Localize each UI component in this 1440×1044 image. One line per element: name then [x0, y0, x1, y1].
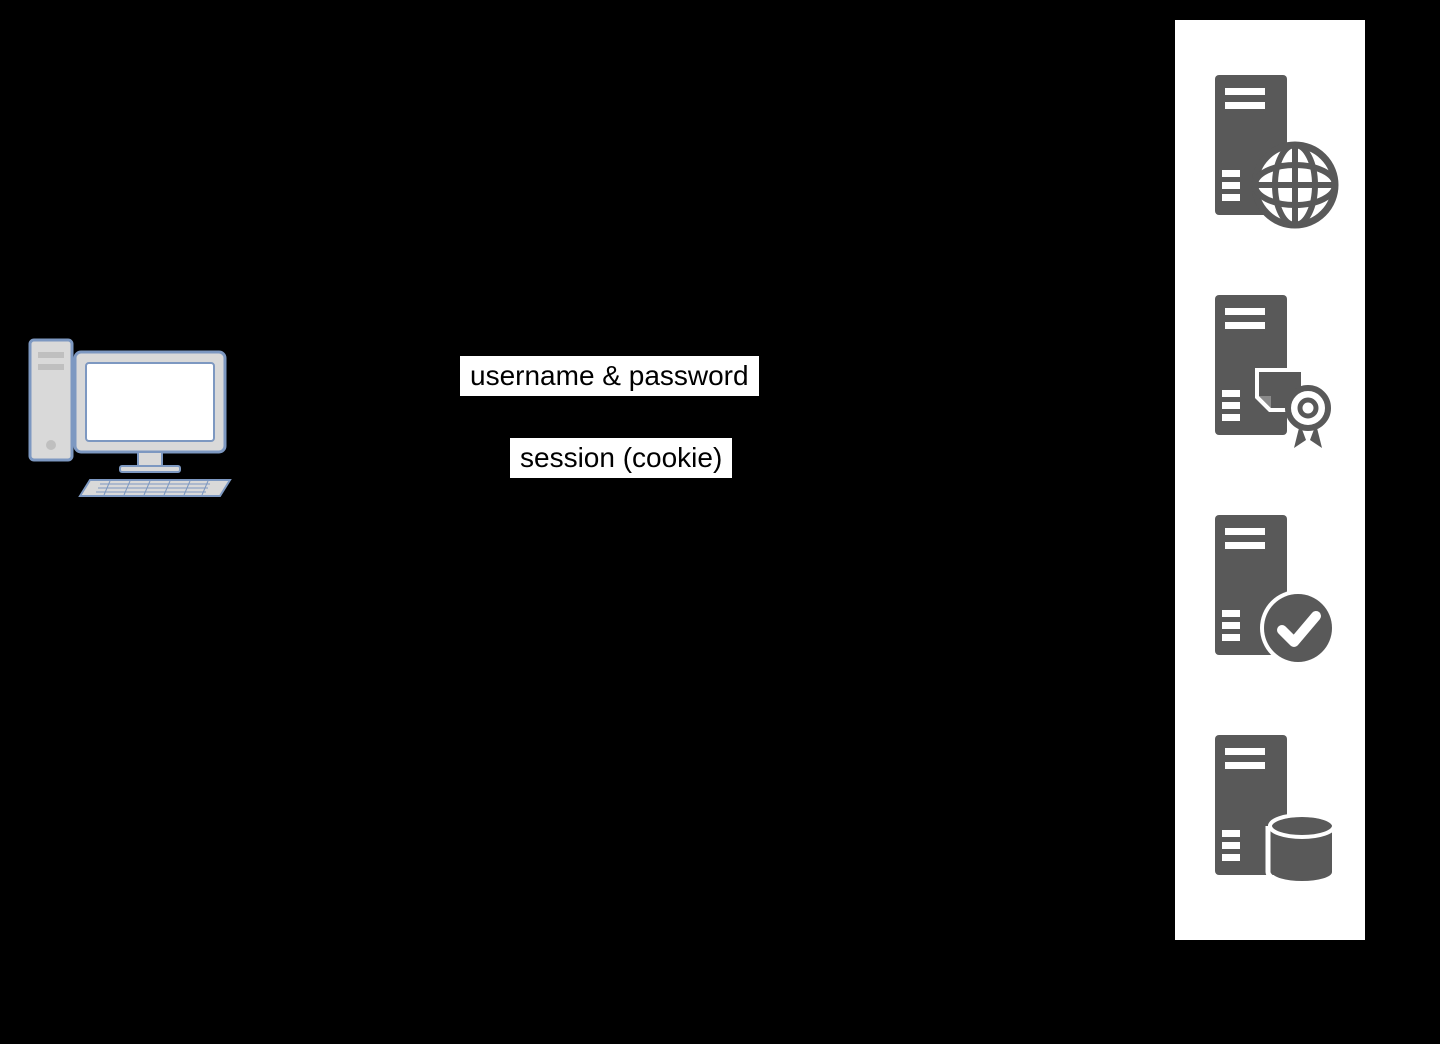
- client-computer-icon: [20, 330, 240, 500]
- auth-diagram: username & password session (cookie): [0, 0, 1440, 1044]
- db-server-icon: [1200, 730, 1340, 890]
- request-label: username & password: [460, 356, 759, 396]
- web-server-icon: [1200, 70, 1340, 230]
- cert-server-icon: [1200, 290, 1340, 450]
- auth-server-icon: [1200, 510, 1340, 670]
- server-stack: [1175, 20, 1365, 940]
- response-label: session (cookie): [510, 438, 732, 478]
